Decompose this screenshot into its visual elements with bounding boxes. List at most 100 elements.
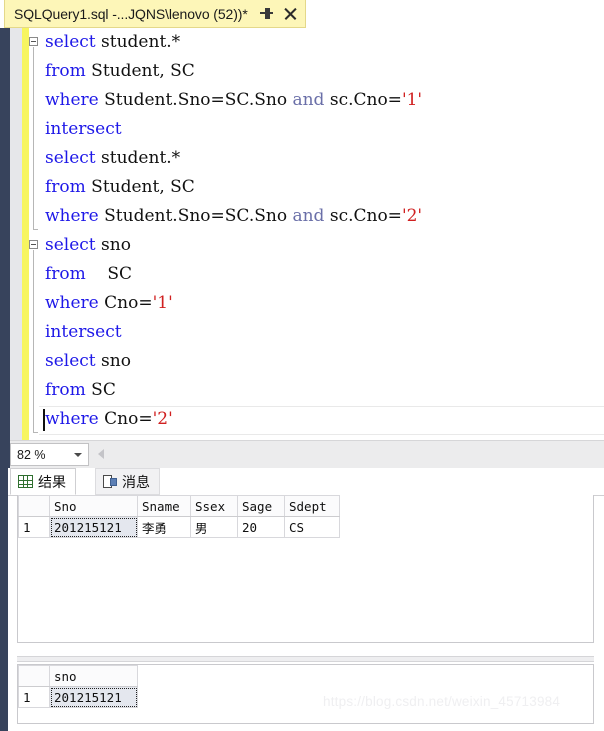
text-caret (43, 409, 45, 431)
results-left-rail (0, 448, 8, 731)
code-line: select sno (45, 347, 604, 376)
grid-corner-cell[interactable] (18, 495, 50, 517)
results-tab-strip: 结果 消息 (8, 468, 604, 496)
editor-fold-column[interactable] (29, 28, 45, 440)
code-token: intersect (45, 119, 122, 139)
code-line: from Student, SC (45, 57, 604, 86)
chevron-down-icon[interactable] (74, 453, 82, 457)
code-token: select (45, 235, 96, 255)
sql-editor[interactable]: select student.* from Student, SC where St… (10, 28, 604, 440)
code-line: where Cno='2' (39, 405, 604, 435)
row-header-cell[interactable]: 1 (18, 686, 50, 708)
code-token: from (45, 380, 86, 400)
code-token: sc.Cno= (324, 206, 402, 226)
zoom-level-select[interactable]: 82 % (10, 443, 89, 466)
code-token: '1' (152, 293, 173, 313)
code-line: intersect (45, 318, 604, 347)
code-token: Student.Sno=SC.Sno (98, 90, 293, 110)
code-token: Cno= (98, 409, 153, 429)
fold-toggle-icon[interactable] (29, 37, 38, 46)
fold-guide-line (33, 250, 34, 432)
sql-code-text[interactable]: select student.* from Student, SC where St… (39, 28, 604, 435)
column-header[interactable]: Sname (137, 495, 191, 517)
column-header[interactable]: Sdept (284, 495, 340, 517)
editor-tab-strip: SQLQuery1.sql -...JQNS\lenovo (52))* (0, 0, 604, 28)
code-line: where Student.Sno=SC.Sno and sc.Cno='1' (45, 86, 604, 115)
watermark-text: https://blog.csdn.net/weixin_45713984 (323, 694, 561, 709)
tab-results-label: 结果 (38, 473, 66, 490)
code-token: intersect (45, 322, 122, 342)
table-cell[interactable]: 201215121 (49, 686, 138, 708)
column-header[interactable]: Sage (237, 495, 285, 517)
code-token: sc.Cno= (324, 90, 402, 110)
code-line: select student.* (45, 144, 604, 173)
code-line: from Student, SC (45, 173, 604, 202)
grid-corner-cell[interactable] (18, 665, 50, 687)
code-token: student.* (95, 148, 181, 168)
pin-icon[interactable] (259, 7, 273, 20)
scroll-left-arrow-icon[interactable] (98, 449, 104, 459)
tab-messages[interactable]: 消息 (95, 468, 160, 495)
table-header-row: sno (18, 665, 138, 687)
zoom-level-value: 82 % (17, 447, 46, 462)
table-row[interactable]: 1 201215121 李勇男 20 CS (18, 516, 340, 538)
code-token: '1' (401, 90, 423, 110)
code-token: sno (95, 351, 131, 371)
editor-status-bar: 82 % (10, 440, 604, 468)
column-header[interactable]: sno (49, 665, 138, 687)
tab-sqlquery1[interactable]: SQLQuery1.sql -...JQNS\lenovo (52))* (4, 0, 306, 28)
close-icon[interactable] (284, 7, 297, 20)
table-cell[interactable]: 20 (237, 516, 285, 538)
code-line: select student.* (45, 28, 604, 57)
code-token: student.* (95, 32, 181, 52)
code-token: Student, SC (85, 61, 195, 81)
results-grid-1[interactable]: Sno Sname Ssex Sage Sdept 1 201215121 李勇男 20 CS (17, 495, 594, 643)
table-cell[interactable]: 李勇 (137, 516, 191, 538)
tab-messages-label: 消息 (122, 473, 150, 490)
code-token: Student, SC (85, 177, 195, 197)
code-token: where (45, 90, 99, 110)
editor-change-bar (22, 28, 29, 440)
fold-guide-foot (33, 229, 38, 230)
code-token: SC (85, 380, 116, 400)
code-line: intersect (45, 115, 604, 144)
code-token: and (292, 90, 325, 110)
code-token: sno (95, 235, 131, 255)
fold-guide-foot (33, 432, 38, 433)
fold-toggle-icon[interactable] (29, 240, 38, 249)
code-token: '2' (401, 206, 423, 226)
messages-icon (103, 474, 117, 489)
results-pane-splitter[interactable] (17, 656, 594, 662)
code-token: and (292, 206, 325, 226)
code-line: from SC (45, 376, 604, 405)
code-token: from (45, 264, 86, 284)
code-line: select sno (45, 231, 604, 260)
code-token: where (45, 409, 99, 429)
code-line: where Student.Sno=SC.Sno and sc.Cno='2' (45, 202, 604, 231)
table-row[interactable]: 1 201215121 (18, 686, 138, 708)
code-token: where (45, 293, 99, 313)
code-token: '2' (152, 409, 173, 429)
table-header-row: Sno Sname Ssex Sage Sdept (18, 495, 340, 517)
row-header-cell[interactable]: 1 (18, 516, 50, 538)
code-line: from SC (45, 260, 604, 289)
tab-results[interactable]: 结果 (10, 468, 76, 495)
code-token: Student.Sno=SC.Sno (98, 206, 293, 226)
code-token: from (45, 61, 86, 81)
results-grid-1-table[interactable]: Sno Sname Ssex Sage Sdept 1 201215121 李勇男 20 CS (18, 495, 340, 538)
code-line: where Cno='1' (45, 289, 604, 318)
table-cell[interactable]: CS (284, 516, 340, 538)
code-token: select (45, 32, 96, 52)
code-token: from (45, 177, 86, 197)
table-cell[interactable]: 201215121 (49, 516, 138, 538)
column-header[interactable]: Ssex (190, 495, 238, 517)
table-cell[interactable]: 男 (190, 516, 238, 538)
tab-title: SQLQuery1.sql -...JQNS\lenovo (52))* (14, 5, 248, 22)
code-token: select (45, 351, 96, 371)
code-token: where (45, 206, 99, 226)
editor-gutter (10, 28, 22, 440)
results-grid-2-table[interactable]: sno 1 201215121 (18, 665, 138, 708)
tab-icon-group (259, 7, 297, 20)
column-header[interactable]: Sno (49, 495, 138, 517)
code-token: Cno= (98, 293, 153, 313)
